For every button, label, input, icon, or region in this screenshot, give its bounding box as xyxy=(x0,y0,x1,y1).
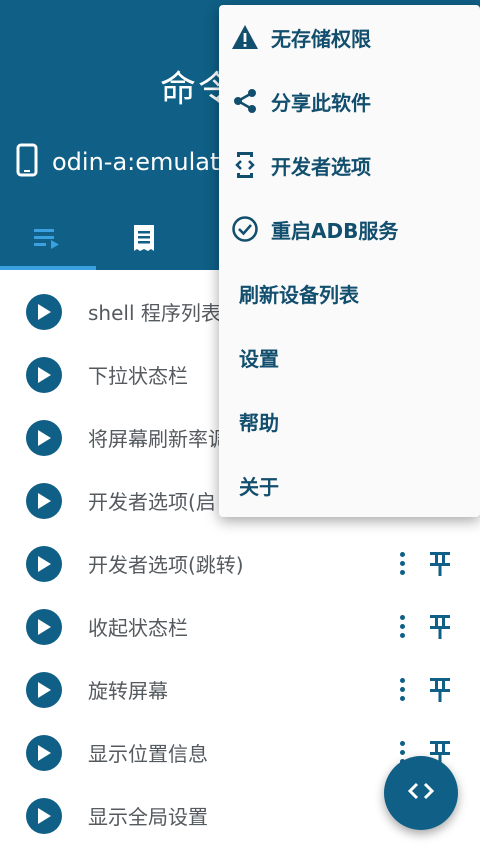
playlist-play-icon xyxy=(34,227,62,253)
command-label: 开发者选项(启 xyxy=(88,490,216,514)
menu-item-no-storage-permission[interactable]: 无存储权限 xyxy=(219,5,480,69)
menu-item-label: 关于 xyxy=(239,474,279,499)
play-icon[interactable] xyxy=(26,419,62,456)
pin-icon[interactable] xyxy=(426,612,454,642)
more-vert-icon[interactable] xyxy=(394,675,410,705)
menu-item-refresh-devices[interactable]: 刷新设备列表 xyxy=(219,261,480,325)
play-icon[interactable] xyxy=(26,671,62,708)
play-icon[interactable] xyxy=(26,608,62,645)
play-icon[interactable] xyxy=(26,356,62,393)
command-label: shell 程序列表 xyxy=(88,301,221,325)
more-vert-icon[interactable] xyxy=(394,612,410,642)
menu-item-label: 无存储权限 xyxy=(271,26,371,51)
tab-indicator xyxy=(0,266,96,270)
list-item[interactable]: 开发者选项(跳转) xyxy=(0,532,480,595)
code-brackets-icon xyxy=(407,781,435,805)
more-vert-icon[interactable] xyxy=(394,549,410,579)
pin-icon[interactable] xyxy=(426,675,454,705)
warning-icon xyxy=(231,23,259,51)
command-label: 收起状态栏 xyxy=(88,616,188,640)
receipt-icon xyxy=(132,224,156,256)
menu-item-label: 开发者选项 xyxy=(271,154,371,179)
menu-item-label: 刷新设备列表 xyxy=(239,282,359,307)
play-icon[interactable] xyxy=(26,482,62,519)
command-label: 开发者选项(跳转) xyxy=(88,553,244,577)
menu-item-help[interactable]: 帮助 xyxy=(219,389,480,453)
code-fab-button[interactable] xyxy=(384,756,458,830)
tab-logs[interactable] xyxy=(96,210,192,270)
tab-commands[interactable] xyxy=(0,210,96,270)
developer-mode-icon xyxy=(231,151,259,179)
overflow-menu: 无存储权限 分享此软件 开发者选项 重启ADB服务 刷新设备列表 设置 帮助 关… xyxy=(219,5,480,517)
menu-item-share[interactable]: 分享此软件 xyxy=(219,69,480,133)
command-label: 显示位置信息 xyxy=(88,742,208,766)
list-item[interactable]: 收起状态栏 xyxy=(0,595,480,658)
menu-item-label: 设置 xyxy=(239,346,279,371)
play-icon[interactable] xyxy=(26,545,62,582)
menu-item-label: 重启ADB服务 xyxy=(271,218,399,243)
device-name: odin-a:emulator xyxy=(52,148,244,176)
menu-item-developer-options[interactable]: 开发者选项 xyxy=(219,133,480,197)
play-icon[interactable] xyxy=(26,734,62,771)
command-label: 将屏幕刷新率调 xyxy=(88,427,228,451)
check-circle-icon xyxy=(231,215,259,243)
play-icon[interactable] xyxy=(26,293,62,330)
play-icon[interactable] xyxy=(26,797,62,834)
menu-item-settings[interactable]: 设置 xyxy=(219,325,480,389)
menu-item-label: 帮助 xyxy=(239,410,279,435)
command-label: 下拉状态栏 xyxy=(88,364,188,388)
menu-item-about[interactable]: 关于 xyxy=(219,453,480,517)
pin-icon[interactable] xyxy=(426,549,454,579)
share-icon xyxy=(231,87,259,115)
command-label: 显示全局设置 xyxy=(88,805,208,829)
command-label: 旋转屏幕 xyxy=(88,679,168,703)
menu-item-label: 分享此软件 xyxy=(271,90,371,115)
phone-icon xyxy=(16,143,38,181)
menu-item-restart-adb[interactable]: 重启ADB服务 xyxy=(219,197,480,261)
list-item[interactable]: 旋转屏幕 xyxy=(0,658,480,721)
device-selector[interactable]: odin-a:emulator xyxy=(16,142,244,182)
